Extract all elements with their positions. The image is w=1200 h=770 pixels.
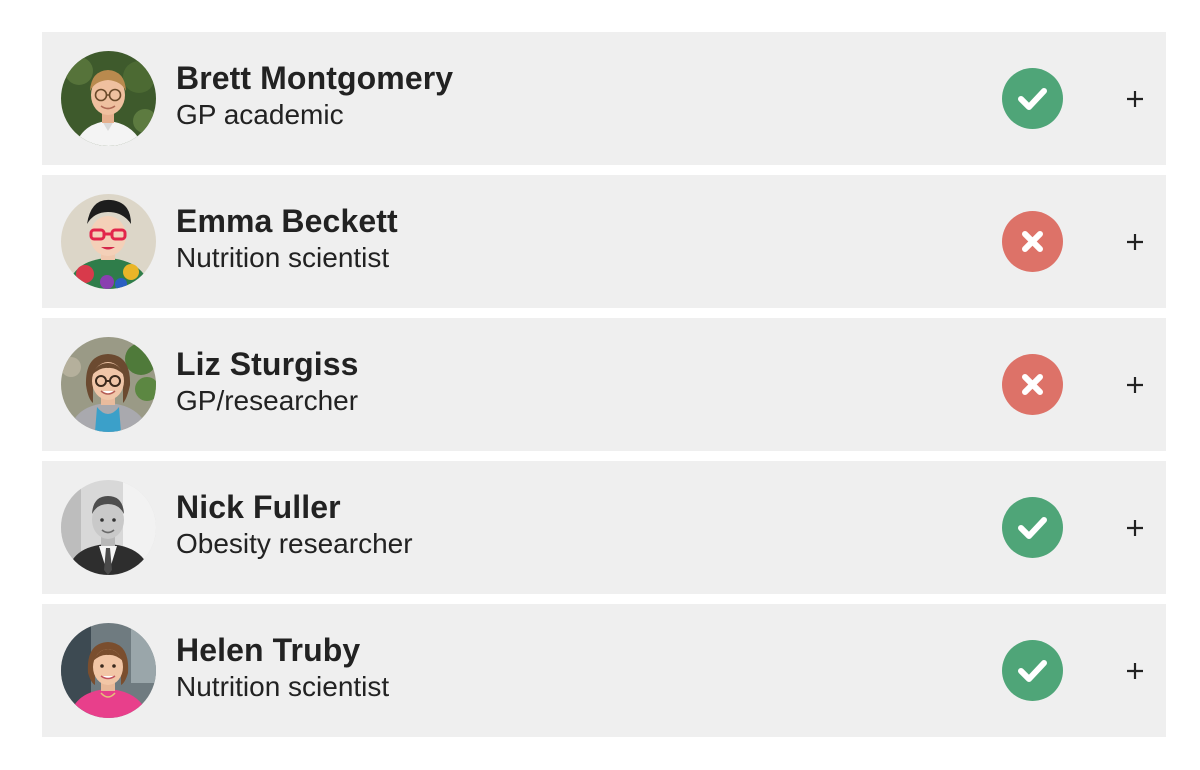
expert-name: Emma Beckett [176, 203, 398, 239]
expert-role: Nutrition scientist [176, 671, 390, 702]
expert-row: Emma Beckett Nutrition scientist [42, 175, 1166, 308]
avatar [61, 194, 156, 289]
expert-role: Nutrition scientist [176, 242, 390, 273]
plus-icon[interactable] [1120, 84, 1150, 114]
expert-role: Obesity researcher [176, 528, 413, 559]
expert-role: GP academic [176, 99, 344, 130]
cross-icon [1002, 211, 1063, 272]
cross-icon [1002, 354, 1063, 415]
plus-icon[interactable] [1120, 656, 1150, 686]
expert-row: Nick Fuller Obesity researcher [42, 461, 1166, 594]
check-icon [1002, 68, 1063, 129]
expert-row: Brett Montgomery GP academic [42, 32, 1166, 165]
plus-icon[interactable] [1120, 513, 1150, 543]
avatar [61, 337, 156, 432]
expert-name: Helen Truby [176, 632, 361, 668]
avatar [61, 623, 156, 718]
avatar [61, 51, 156, 146]
plus-icon[interactable] [1120, 370, 1150, 400]
expert-list: Brett Montgomery GP academic Emma Becket… [42, 32, 1166, 737]
plus-icon[interactable] [1120, 227, 1150, 257]
avatar [61, 480, 156, 575]
expert-name: Nick Fuller [176, 489, 341, 525]
expert-row: Helen Truby Nutrition scientist [42, 604, 1166, 737]
check-icon [1002, 640, 1063, 701]
expert-row: Liz Sturgiss GP/researcher [42, 318, 1166, 451]
check-icon [1002, 497, 1063, 558]
expert-name: Brett Montgomery [176, 60, 454, 96]
expert-name: Liz Sturgiss [176, 346, 359, 382]
expert-role: GP/researcher [176, 385, 359, 416]
